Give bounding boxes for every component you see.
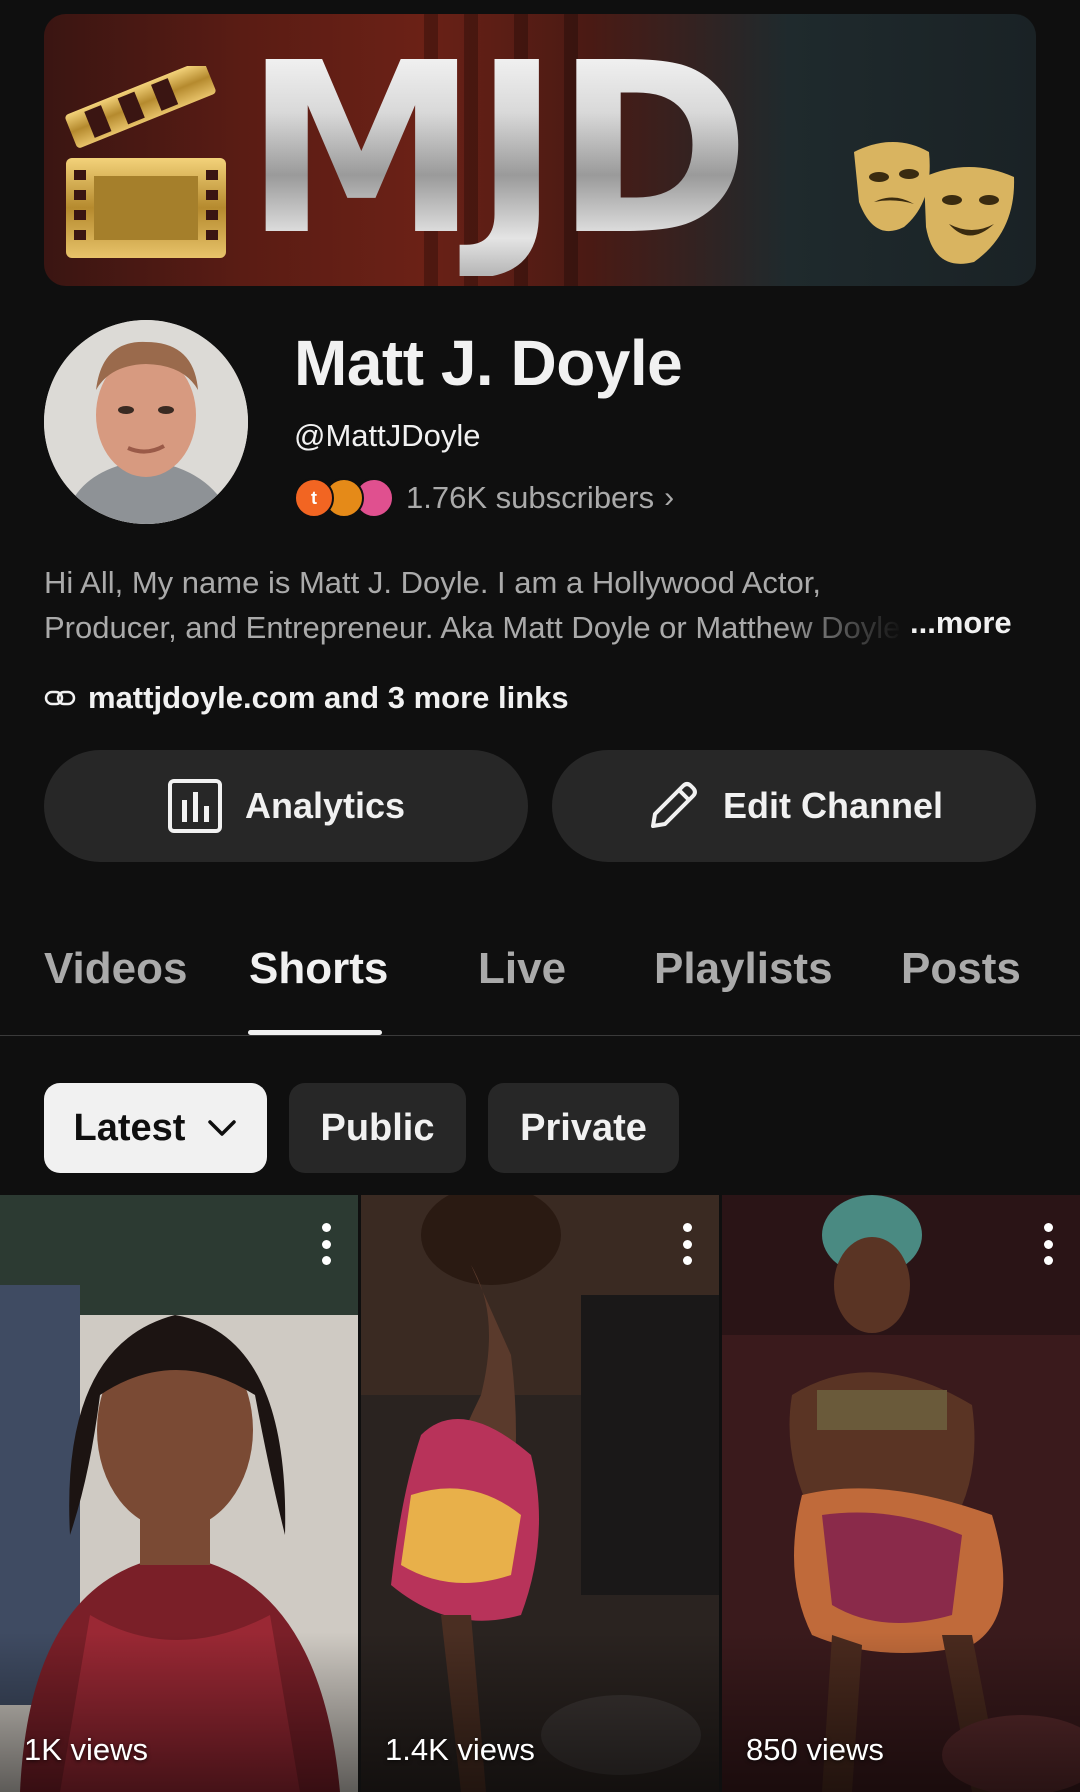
- active-tab-indicator: [248, 1030, 382, 1035]
- description-line: Producer, and Entrepreneur. Aka Matt Doy…: [44, 610, 901, 645]
- pencil-icon: [645, 778, 701, 834]
- private-filter-chip[interactable]: Private: [488, 1083, 679, 1173]
- more-options-icon[interactable]: [681, 1223, 693, 1265]
- edit-channel-label: Edit Channel: [722, 785, 943, 826]
- more-options-icon[interactable]: [1042, 1223, 1054, 1265]
- links-text: mattjdoyle.com and 3 more links: [88, 680, 569, 715]
- analytics-button[interactable]: Analytics: [44, 750, 528, 862]
- public-label: Public: [320, 1106, 435, 1149]
- more-button[interactable]: ...more: [910, 605, 1012, 641]
- tab-posts[interactable]: Posts: [901, 944, 1021, 994]
- tab-shorts[interactable]: Shorts: [249, 944, 388, 994]
- analytics-label: Analytics: [244, 785, 406, 826]
- thumbnail-gradient: [0, 1632, 358, 1792]
- edit-channel-button[interactable]: Edit Channel: [552, 750, 1036, 862]
- short-thumbnail[interactable]: 850 views: [722, 1195, 1080, 1792]
- subscriber-count: 1.76K subscribers: [406, 480, 655, 515]
- sort-dropdown[interactable]: Latest: [44, 1083, 267, 1173]
- private-label: Private: [520, 1106, 647, 1149]
- tab-live[interactable]: Live: [478, 944, 566, 994]
- channel-description[interactable]: Hi All, My name is Matt J. Doyle. I am a…: [44, 560, 1036, 650]
- channel-name: Matt J. Doyle: [294, 327, 683, 399]
- chevron-down-icon: [207, 1113, 237, 1143]
- short-thumbnail[interactable]: 1K views: [0, 1195, 358, 1792]
- channel-banner: MJD: [44, 14, 1036, 286]
- view-count: 1K views: [24, 1732, 149, 1767]
- analytics-icon: [167, 778, 223, 834]
- sort-label: Latest: [73, 1106, 186, 1149]
- thumbnail-gradient: [722, 1632, 1080, 1792]
- channel-tabs: Videos Shorts Live Playlists Posts: [0, 930, 1080, 1036]
- profile-photo: [44, 320, 248, 524]
- view-count: 850 views: [746, 1732, 884, 1767]
- channel-handle: @MattJDoyle: [294, 418, 481, 453]
- channel-avatar[interactable]: [44, 320, 248, 524]
- link-icon: [44, 681, 78, 715]
- subscribers-row[interactable]: t 1.76K subscribers ›: [294, 474, 674, 522]
- tab-playlists[interactable]: Playlists: [654, 944, 833, 994]
- chevron-right-icon: ›: [664, 481, 675, 514]
- clapperboard-icon: [65, 66, 226, 258]
- thumbnail-gradient: [361, 1632, 719, 1792]
- more-options-icon[interactable]: [320, 1223, 332, 1265]
- channel-links[interactable]: mattjdoyle.com and 3 more links: [44, 680, 569, 716]
- description-line: Hi All, My name is Matt J. Doyle. I am a…: [44, 565, 821, 600]
- view-count: 1.4K views: [385, 1732, 535, 1767]
- banner-logo-text: MJD: [244, 14, 751, 286]
- tab-videos[interactable]: Videos: [44, 944, 187, 994]
- subscriber-avatar: t: [294, 478, 334, 518]
- short-thumbnail[interactable]: 1.4K views: [361, 1195, 719, 1792]
- theater-masks-icon: [854, 142, 1015, 264]
- subscriber-avatars: t: [294, 476, 396, 520]
- public-filter-chip[interactable]: Public: [289, 1083, 466, 1173]
